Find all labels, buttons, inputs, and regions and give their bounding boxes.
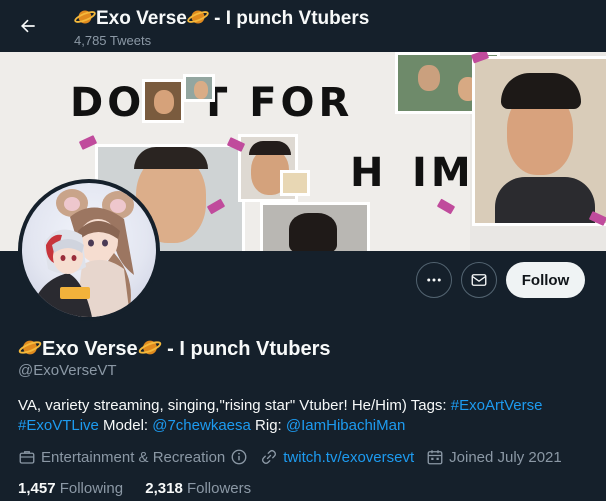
header-text: Exo Verse - I punch Vtubers 4,785 Tweets (74, 7, 369, 50)
profile-bio: VA, variety streaming, singing,"rising s… (18, 396, 588, 436)
category-item: Entertainment & Recreation (18, 448, 248, 466)
link-icon (262, 449, 277, 465)
hashtag-link[interactable]: #ExoArtVerse (451, 397, 543, 414)
website-item: twitch.tv/exoversevt (260, 448, 414, 466)
banner-photo-selfie (472, 56, 606, 226)
avatar-image (22, 183, 156, 317)
banner-photo-face (260, 202, 370, 251)
banner-photo-small (142, 79, 184, 123)
arrow-left-icon (21, 19, 35, 33)
info-icon[interactable] (230, 448, 248, 466)
more-button[interactable] (416, 262, 452, 298)
bio-text: Rig: (250, 417, 286, 434)
following-label: Following (55, 480, 124, 497)
ellipsis-icon (427, 278, 441, 282)
banner-photo-small (183, 74, 215, 102)
joined-item: Joined July 2021 (426, 448, 562, 466)
mention-link-rig[interactable]: @IamHibachiMan (286, 417, 405, 434)
profile-name-suffix: - I punch Vtubers (161, 338, 331, 360)
envelope-icon (471, 274, 487, 286)
following-count: 1,457 (18, 480, 56, 497)
followers-label: Followers (182, 480, 252, 497)
profile-meta: Entertainment & Recreation twitch.tv/exo… (18, 448, 574, 466)
ringed-planet-icon (74, 10, 96, 24)
banner-text-do: DO (70, 80, 146, 126)
avatar[interactable] (18, 179, 160, 321)
bio-text: VA, variety streaming, singing,"rising s… (18, 397, 451, 414)
bio-text: Model: (98, 417, 153, 434)
category-label: Entertainment & Recreation (41, 448, 226, 466)
banner-text-h: H (350, 150, 388, 196)
header-name-text: Exo Verse (96, 8, 187, 29)
tweet-count: 4,785 Tweets (74, 33, 152, 48)
banner-text-im: IM (412, 150, 475, 196)
website-link[interactable]: twitch.tv/exoversevt (283, 449, 414, 466)
banner-photo-phone (280, 170, 310, 196)
ringed-planet-icon (138, 340, 161, 355)
profile-name-text: Exo Verse (42, 338, 138, 360)
message-button[interactable] (461, 262, 497, 298)
mention-link-model[interactable]: @7chewkaesa (152, 417, 251, 434)
joined-date: Joined July 2021 (449, 448, 562, 466)
follow-button[interactable]: Follow (506, 262, 585, 298)
calendar-icon (427, 450, 443, 465)
ringed-planet-icon (18, 340, 42, 355)
hashtag-link[interactable]: #ExoVTLive (18, 417, 99, 434)
header-display-name: Exo Verse - I punch Vtubers (74, 7, 369, 30)
profile-display-name: Exo Verse - I punch Vtubers (18, 337, 331, 361)
profile-handle: @ExoVerseVT (18, 362, 117, 379)
followers-count: 2,318 (145, 480, 183, 497)
profile-header: Exo Verse - I punch Vtubers 4,785 Tweets (0, 0, 606, 52)
follow-stats: 1,457 Following 2,318 Followers (18, 480, 269, 497)
followers-link[interactable]: 2,318 Followers (145, 480, 251, 497)
following-link[interactable]: 1,457 Following (18, 480, 123, 497)
back-button[interactable] (10, 8, 46, 44)
briefcase-icon (19, 451, 35, 464)
header-name-suffix: - I punch Vtubers (208, 8, 370, 29)
avatar-artwork (30, 189, 134, 317)
ringed-planet-icon (187, 10, 209, 24)
banner-text-for: T FOR (200, 80, 354, 126)
